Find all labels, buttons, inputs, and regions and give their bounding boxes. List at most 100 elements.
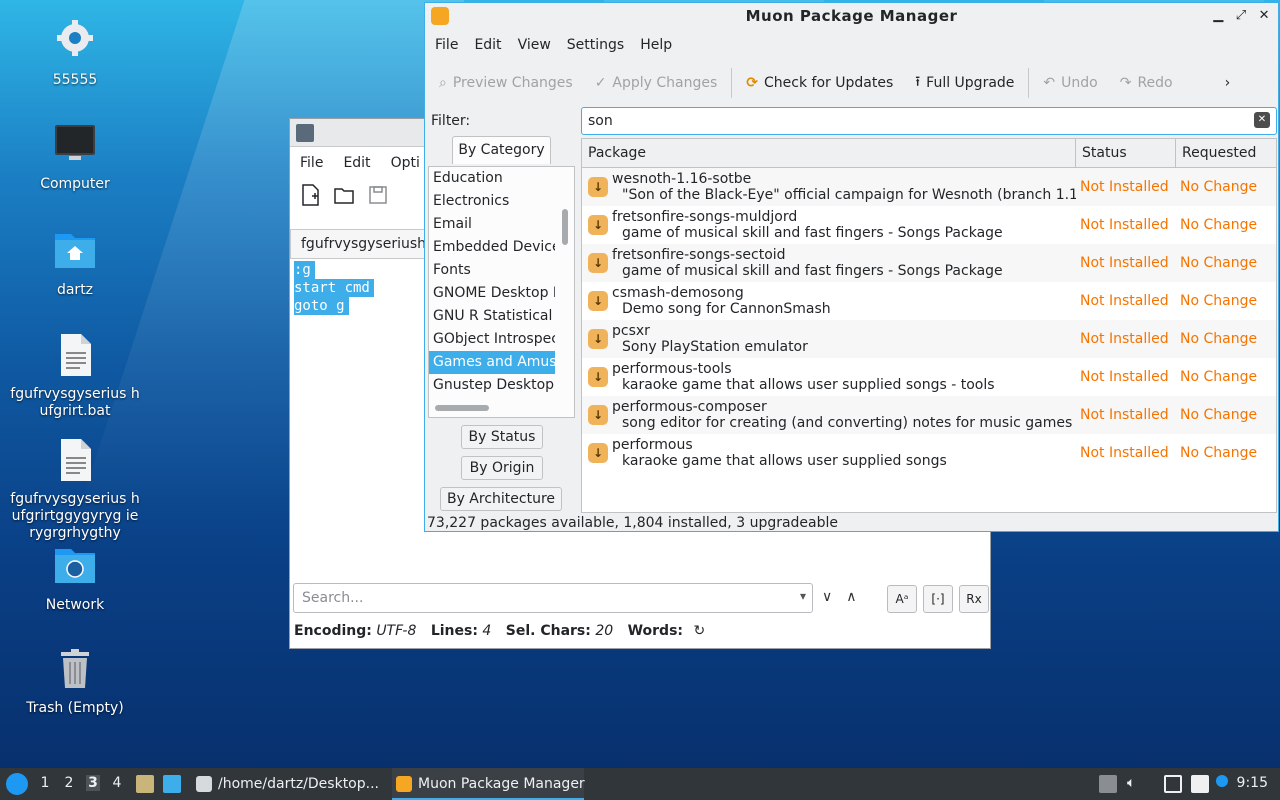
whole-word-icon[interactable]: [·] <box>923 585 953 613</box>
category-item[interactable]: Fonts <box>429 259 555 282</box>
category-item[interactable]: GObject Introspection <box>429 328 555 351</box>
filter-input[interactable]: son ✕ <box>581 107 1277 135</box>
column-status[interactable]: Status <box>1076 139 1176 167</box>
table-row[interactable]: ↓ csmash-demosong Demo song for CannonSmas… <box>582 282 1276 320</box>
editor-menu-file[interactable]: File <box>290 149 333 179</box>
desktop-icon-trash[interactable]: Trash (Empty) <box>10 646 140 717</box>
desktop-icon-computer[interactable]: Computer <box>10 122 140 193</box>
check-updates-button[interactable]: ⟳ Check for Updates <box>746 75 893 91</box>
category-item[interactable]: Gnustep Desktop <box>429 374 555 397</box>
open-folder-icon[interactable] <box>332 183 356 207</box>
workspace-1[interactable]: 1 <box>38 775 52 791</box>
tab-by-category[interactable]: By Category <box>452 136 551 164</box>
full-upgrade-button[interactable]: ⭱ Full Upgrade <box>915 71 1014 95</box>
table-row[interactable]: ↓ performous-composer song editor for crea… <box>582 396 1276 434</box>
editor-menu-edit[interactable]: Edit <box>333 149 380 179</box>
find-previous-icon[interactable]: ∧ <box>846 589 856 605</box>
package-status: Not Installed <box>1080 179 1169 195</box>
category-item[interactable]: Education <box>429 167 555 190</box>
table-row[interactable]: ↓ fretsonfire-songs-muldjord game of music… <box>582 206 1276 244</box>
preview-changes-button[interactable]: ⌕ Preview Changes <box>439 75 573 91</box>
editor-menu-options[interactable]: Opti <box>381 149 430 179</box>
regex-icon[interactable]: Rx <box>959 585 989 613</box>
desktop-icon-55555[interactable]: 55555 <box>10 18 140 89</box>
selchars-value: 20 <box>595 623 614 639</box>
category-item[interactable]: GNOME Desktop Environment <box>429 282 555 305</box>
table-row[interactable]: ↓ fretsonfire-songs-sectoid game of musica… <box>582 244 1276 282</box>
task-text-editor[interactable]: /home/dartz/Desktop... <box>192 768 388 800</box>
table-row[interactable]: ↓ wesnoth-1.16-sotbe "Son of the Black-Eye… <box>582 168 1276 206</box>
match-case-icon[interactable]: Aᵃ <box>887 585 917 613</box>
clipboard-icon[interactable] <box>1191 775 1209 793</box>
menu-edit[interactable]: Edit <box>466 29 509 63</box>
package-description: karaoke game that allows user supplied s… <box>622 453 947 469</box>
table-row[interactable]: ↓ pcsxr Sony PlayStation emulator Not Insta… <box>582 320 1276 358</box>
muon-titlebar[interactable]: Muon Package Manager ▁ ⤢ ✕ <box>425 3 1278 29</box>
package-icon: ↓ <box>588 367 608 387</box>
editor-line: goto g <box>294 297 349 315</box>
close-icon[interactable]: ✕ <box>1259 3 1270 29</box>
desktop-icon-label: 55555 <box>52 72 98 88</box>
tab-by-origin[interactable]: By Origin <box>461 456 543 480</box>
menu-view[interactable]: View <box>510 29 559 63</box>
tab-by-status[interactable]: By Status <box>461 425 543 449</box>
notification-icon[interactable] <box>1216 775 1228 787</box>
find-next-icon[interactable]: ∨ <box>822 589 832 605</box>
new-file-icon[interactable] <box>298 183 322 207</box>
task-muon[interactable]: Muon Package Manager <box>392 768 585 800</box>
volume-icon[interactable]: 🔈︎ <box>1127 775 1145 793</box>
package-status: Not Installed <box>1080 407 1169 423</box>
table-row[interactable]: ↓ performous-tools karaoke game that allow… <box>582 358 1276 396</box>
clear-icon[interactable]: ✕ <box>1254 112 1270 128</box>
desktop-icon-network[interactable]: Network <box>10 543 140 614</box>
category-list[interactable]: Education Electronics Email Embedded Dev… <box>428 166 575 418</box>
workspace-2[interactable]: 2 <box>62 775 76 791</box>
toolbar-more-button[interactable]: › <box>1225 75 1231 91</box>
network-icon[interactable] <box>1164 775 1182 793</box>
workspace-3[interactable]: 3 <box>86 775 100 791</box>
category-item[interactable]: Email <box>429 213 555 236</box>
package-name: wesnoth-1.16-sotbe <box>612 171 752 187</box>
tab-by-architecture[interactable]: By Architecture <box>440 487 562 511</box>
maximize-icon[interactable]: ⤢ <box>1236 3 1247 29</box>
editor-tab[interactable]: fgufrvysgyseriushu <box>290 229 430 259</box>
full-upgrade-label: Full Upgrade <box>926 75 1015 91</box>
storage-icon[interactable] <box>1099 775 1117 793</box>
undo-button[interactable]: ↶ Undo <box>1043 75 1097 91</box>
horizontal-scrollbar[interactable] <box>435 405 489 411</box>
menu-file[interactable]: File <box>427 29 466 63</box>
clock[interactable]: 9:15 <box>1237 775 1268 791</box>
chevron-down-icon[interactable]: ▾ <box>800 589 806 603</box>
menu-help[interactable]: Help <box>632 29 680 63</box>
table-row[interactable]: ↓ performous karaoke game that allows user… <box>582 434 1276 472</box>
redo-button[interactable]: ↷ Redo <box>1120 75 1173 91</box>
editor-search-input[interactable]: Search... ▾ <box>293 583 813 613</box>
package-status: Not Installed <box>1080 217 1169 233</box>
file-manager-icon[interactable] <box>136 775 154 793</box>
category-item[interactable]: Embedded Devices <box>429 236 555 259</box>
column-requested[interactable]: Requested <box>1176 139 1276 167</box>
minimize-icon[interactable]: ▁ <box>1213 3 1224 29</box>
table-header: Package Status Requested <box>582 139 1276 168</box>
vertical-scrollbar[interactable] <box>562 209 568 245</box>
category-item[interactable]: GNU R Statistical System <box>429 305 555 328</box>
category-item-selected[interactable]: Games and Amusement <box>429 351 555 374</box>
gear-icon <box>51 18 99 66</box>
package-icon: ↓ <box>588 253 608 273</box>
category-item[interactable]: Electronics <box>429 190 555 213</box>
desktop-icon[interactable] <box>163 775 181 793</box>
package-status: Not Installed <box>1080 369 1169 385</box>
column-package[interactable]: Package <box>582 139 1076 167</box>
muon-window[interactable]: Muon Package Manager ▁ ⤢ ✕ File Edit Vie… <box>424 2 1279 532</box>
check-icon: ✓ <box>594 75 607 91</box>
desktop-icon-dartz[interactable]: dartz <box>10 228 140 299</box>
start-menu-icon[interactable] <box>6 773 28 795</box>
desktop-icon-bat-file[interactable]: fgufrvysgyserius hufgrirt.bat <box>10 332 140 420</box>
menu-settings[interactable]: Settings <box>559 29 632 63</box>
save-icon[interactable] <box>366 183 390 207</box>
package-rows: ↓ wesnoth-1.16-sotbe "Son of the Black-Eye… <box>582 168 1276 472</box>
desktop-icon-text-file[interactable]: fgufrvysgyserius hufgrirtggygyryg ierygr… <box>10 437 140 542</box>
apply-changes-button[interactable]: ✓ Apply Changes <box>595 75 718 91</box>
refresh-icon[interactable]: ↻ <box>693 623 705 639</box>
workspace-4[interactable]: 4 <box>110 775 124 791</box>
